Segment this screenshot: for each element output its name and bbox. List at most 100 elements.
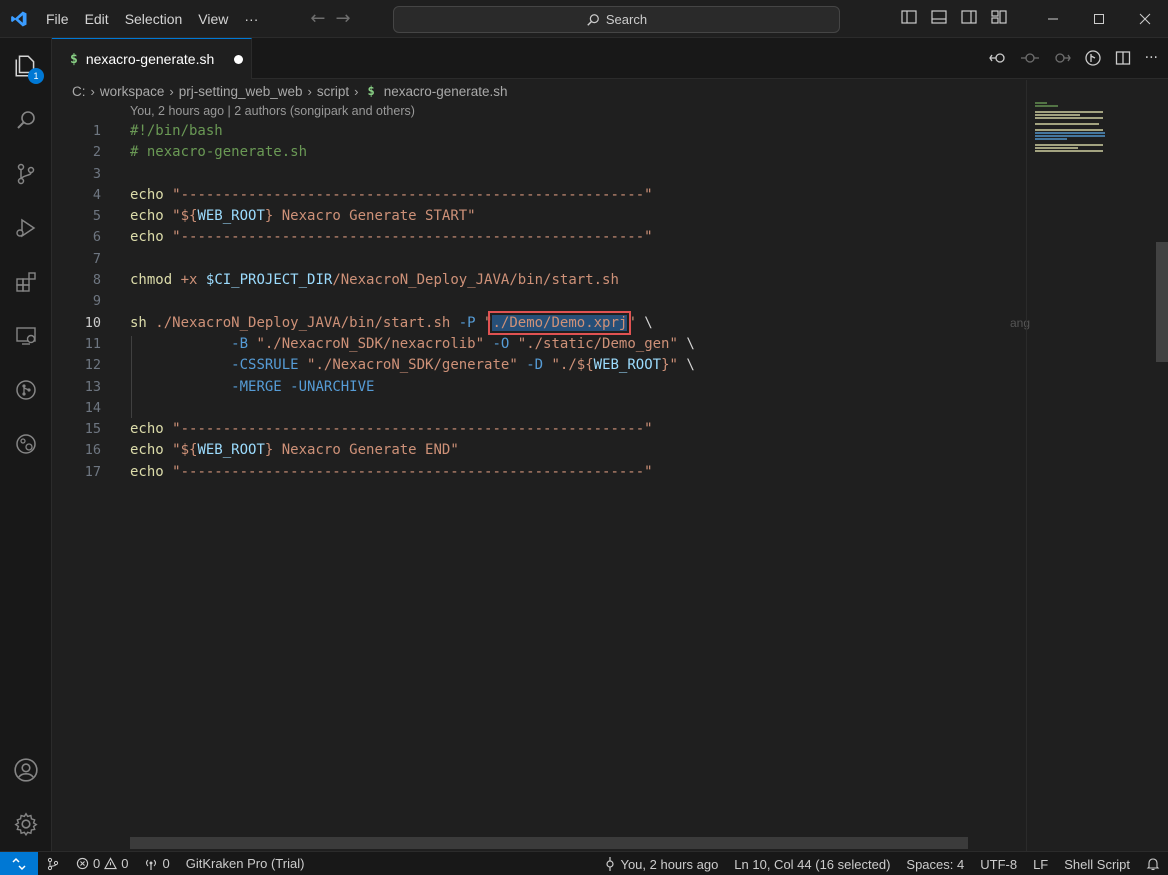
language-mode[interactable]: Shell Script bbox=[1056, 852, 1138, 875]
git-next-change-icon[interactable] bbox=[1053, 50, 1071, 66]
code-token: -MERGE bbox=[231, 378, 282, 395]
gitlens-compare-icon[interactable] bbox=[1084, 50, 1101, 66]
layout-controls bbox=[900, 8, 1008, 26]
code-line[interactable]: 2 # nexacro-generate.sh bbox=[52, 142, 1022, 163]
encoding[interactable]: UTF-8 bbox=[972, 852, 1025, 875]
minimap-line bbox=[1035, 147, 1078, 149]
code-line[interactable]: 5 echo "${WEB_ROOT} Nexacro Generate STAR… bbox=[52, 206, 1022, 227]
tab-nexacro-generate[interactable]: $ nexacro-generate.sh bbox=[52, 38, 252, 79]
code-line[interactable]: 9 bbox=[52, 291, 1022, 312]
blame-status[interactable]: You, 2 hours ago bbox=[596, 852, 726, 875]
code-line[interactable]: 4 echo "---------------------------------… bbox=[52, 185, 1022, 206]
vertical-scrollbar-thumb[interactable] bbox=[1156, 242, 1168, 362]
extensions-icon[interactable] bbox=[0, 258, 52, 306]
code-token: "${ bbox=[172, 442, 198, 459]
source-control-icon[interactable] bbox=[0, 150, 52, 198]
notifications-bell-icon[interactable] bbox=[1138, 852, 1168, 875]
code-token: } Nexacro Generate END" bbox=[264, 442, 459, 459]
remote-explorer-icon[interactable] bbox=[0, 312, 52, 360]
code-line[interactable]: 13 -MERGE -UNARCHIVE bbox=[52, 377, 1022, 398]
code-line[interactable]: 7 bbox=[52, 249, 1022, 270]
line-number: 11 bbox=[84, 335, 101, 352]
end-of-line[interactable]: LF bbox=[1025, 852, 1056, 875]
remote-indicator-icon[interactable] bbox=[0, 851, 38, 875]
line-text: echo "${WEB_ROOT} Nexacro Generate START… bbox=[130, 206, 476, 227]
code-token: $CI_PROJECT_DIR bbox=[205, 272, 333, 289]
code-line[interactable]: 15 echo "--------------------------------… bbox=[52, 419, 1022, 440]
search-icon[interactable] bbox=[0, 96, 52, 144]
breadcrumb-drive[interactable]: C: bbox=[72, 84, 86, 99]
code-token: "./${ bbox=[551, 357, 594, 374]
horizontal-scrollbar[interactable] bbox=[130, 837, 968, 849]
toggle-secondary-sidebar-icon[interactable] bbox=[960, 8, 978, 26]
gitkraken-pro-status[interactable]: GitKraken Pro (Trial) bbox=[178, 852, 313, 875]
files-icon[interactable]: 1 bbox=[0, 42, 52, 90]
unsaved-dot-icon[interactable] bbox=[234, 54, 244, 64]
line-text: -B "./NexacroN_SDK/nexacrolib" -O "./sta… bbox=[130, 334, 695, 355]
vertical-scrollbar[interactable] bbox=[1156, 80, 1168, 851]
code-line[interactable]: 16 echo "${WEB_ROOT} Nexacro Generate END… bbox=[52, 440, 1022, 461]
forward-arrow-icon[interactable]: → bbox=[335, 8, 350, 29]
maximize-icon[interactable] bbox=[1076, 0, 1122, 38]
run-debug-icon[interactable] bbox=[0, 204, 52, 252]
code-line[interactable]: 6 echo "---------------------------------… bbox=[52, 227, 1022, 248]
gitkraken-icon[interactable] bbox=[0, 366, 52, 414]
toggle-panel-icon[interactable] bbox=[930, 8, 948, 26]
back-arrow-icon[interactable]: ← bbox=[310, 8, 325, 29]
code-line[interactable]: 12 -CSSRULE "./NexacroN_SDK/generate" -D… bbox=[52, 355, 1022, 376]
line-number: 8 bbox=[92, 272, 101, 289]
code-token: -D bbox=[526, 357, 544, 374]
line-number: 5 bbox=[92, 208, 101, 225]
code-token: echo bbox=[130, 463, 164, 480]
cursor-position[interactable]: Ln 10, Col 44 (16 selected) bbox=[726, 852, 898, 875]
gitlens-icon[interactable] bbox=[0, 420, 52, 468]
git-blame-lens[interactable]: You, 2 hours ago | 2 authors (songipark … bbox=[130, 104, 415, 118]
shell-file-icon: $ bbox=[367, 84, 375, 98]
indentation[interactable]: Spaces: 4 bbox=[898, 852, 972, 875]
minimize-icon[interactable] bbox=[1030, 0, 1076, 38]
code-line[interactable]: 1 #!/bin/bash bbox=[52, 121, 1022, 142]
git-commit-icon[interactable] bbox=[1020, 50, 1039, 66]
ports-indicator[interactable]: 0 bbox=[136, 852, 177, 875]
code-line[interactable]: 10 sh ./NexacroN_Deploy_JAVA/bin/start.sh… bbox=[52, 310, 1022, 335]
code-line[interactable]: 11 -B "./NexacroN_SDK/nexacrolib" -O "./… bbox=[52, 334, 1022, 355]
close-window-icon[interactable] bbox=[1122, 0, 1168, 38]
command-center-search[interactable]: Search bbox=[393, 6, 840, 33]
code-line[interactable]: 3 bbox=[52, 164, 1022, 185]
breadcrumb-script[interactable]: script bbox=[317, 84, 349, 99]
code-line[interactable]: 8 chmod +x $CI_PROJECT_DIR/NexacroN_Deplo… bbox=[52, 270, 1022, 291]
git-previous-change-icon[interactable] bbox=[988, 50, 1007, 66]
line-text: -MERGE -UNARCHIVE bbox=[130, 377, 374, 398]
line-text: sh ./NexacroN_Deploy_JAVA/bin/start.sh -… bbox=[130, 310, 653, 335]
split-editor-icon[interactable] bbox=[1115, 50, 1131, 66]
menu-edit[interactable]: Edit bbox=[77, 4, 117, 34]
menu-selection[interactable]: Selection bbox=[117, 4, 191, 34]
menu-view[interactable]: View bbox=[190, 4, 236, 34]
toggle-primary-sidebar-icon[interactable] bbox=[900, 8, 918, 26]
code-line[interactable]: 17 echo "--------------------------------… bbox=[52, 462, 1022, 483]
settings-gear-icon[interactable] bbox=[0, 800, 52, 848]
chevron-right-icon: › bbox=[354, 83, 359, 99]
line-text: echo "----------------------------------… bbox=[130, 185, 653, 206]
code-editor[interactable]: 1 #!/bin/bash 2 # nexacro-generate.sh 3 4 echo… bbox=[52, 121, 1022, 483]
minimap[interactable] bbox=[1026, 80, 1156, 851]
code-line[interactable]: 14 bbox=[52, 398, 1022, 419]
broadcast-icon bbox=[146, 859, 157, 870]
menu-more[interactable]: ··· bbox=[236, 4, 266, 34]
line-number: 15 bbox=[84, 421, 101, 438]
gitkraken-status-icon[interactable] bbox=[38, 852, 68, 875]
line-number: 10 bbox=[84, 314, 101, 331]
minimap-line bbox=[1035, 135, 1105, 137]
account-icon[interactable] bbox=[0, 746, 52, 794]
breadcrumb-project[interactable]: prj-setting_web_web bbox=[179, 84, 303, 99]
more-actions-icon[interactable]: ··· bbox=[1145, 50, 1158, 66]
breadcrumb-workspace[interactable]: workspace bbox=[100, 84, 165, 99]
editor-tab-bar: $ nexacro-generate.sh ··· bbox=[52, 38, 1168, 79]
customize-layout-icon[interactable] bbox=[990, 8, 1008, 26]
code-token: /NexacroN_Deploy_JAVA/bin/start.sh bbox=[332, 272, 619, 289]
problems-indicator[interactable]: 0 0 bbox=[68, 852, 136, 875]
menu-file[interactable]: File bbox=[38, 4, 77, 34]
breadcrumb-file[interactable]: nexacro-generate.sh bbox=[384, 84, 508, 99]
